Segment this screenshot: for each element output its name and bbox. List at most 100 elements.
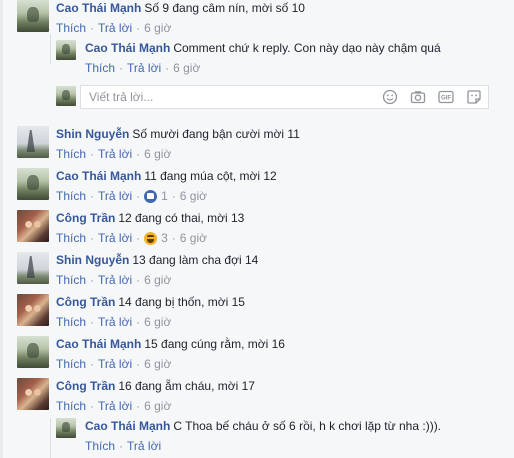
comment-actions: Thích · Trả lời · 6 giờ [56,314,172,330]
like-link[interactable]: Thích [56,188,86,204]
comment-item: Shin Nguyễn 13 đang làm cha đợi 14 Thích ·… [17,252,258,288]
avatar[interactable] [17,294,49,326]
timestamp[interactable]: 6 giờ [144,272,171,288]
like-link[interactable]: Thích [56,146,86,162]
avatar[interactable] [56,418,76,438]
author-name[interactable]: Cao Thái Mạnh [56,337,141,351]
avatar[interactable] [17,0,49,32]
reply-link[interactable]: Trả lời [98,188,132,204]
comment-actions: Thích · Trả lời · 6 giờ [56,356,172,372]
avatar[interactable] [17,336,49,368]
comment-text: 16 đang ẵm cháu, mời 17 [118,379,255,393]
author-name[interactable]: Shin Nguyễn [56,127,129,141]
current-user-avatar [56,86,76,106]
comment-item: Công Trần 14 đang bị thốn, mời 15 Thích · … [17,294,245,330]
like-link[interactable]: Thích [56,272,86,288]
author-name[interactable]: Cao Thái Mạnh [56,169,141,183]
reply-box: GIF [80,85,489,109]
reply-link[interactable]: Trả lời [98,146,132,162]
author-name[interactable]: Công Trần [56,379,115,393]
timestamp[interactable]: 6 giờ [144,356,171,372]
left-divider [0,0,3,458]
reaction-number: 1 [161,189,168,203]
like-link[interactable]: Thích [56,314,86,330]
gif-icon[interactable]: GIF [438,89,454,105]
reply-input[interactable] [81,87,361,107]
like-link[interactable]: Thích [56,356,86,372]
reply-box-icons: GIF [382,89,482,105]
reply-link[interactable]: Trả lời [98,356,132,372]
reply-link[interactable]: Trả lời [98,272,132,288]
comment-body: Công Trần 12 đang có thai, mời 13 Thích · … [56,210,244,246]
timestamp[interactable]: 6 giờ [144,398,171,414]
avatar[interactable] [17,252,49,284]
like-link[interactable]: Thích [56,398,86,414]
avatar[interactable] [17,378,49,410]
reply-link[interactable]: Trả lời [127,438,161,454]
timestamp[interactable]: 6 giờ [144,146,171,162]
emoji-icon[interactable] [382,89,398,105]
comment-actions: Thích · Trả lời [85,438,162,454]
haha-icon [144,231,158,245]
comment-item: Công Trần 12 đang có thai, mời 13 Thích · … [17,210,244,246]
comment-actions: Thích · Trả lời · 3 · 6 giờ [56,230,208,246]
comment-item: Cao Thái Mạnh 15 đang cúng rằm, mời 16 Th… [17,336,285,372]
comment-item: Công Trần 16 đang ẵm cháu, mời 17 Thích · … [17,378,255,414]
reply-link[interactable]: Trả lời [98,20,132,36]
comment-body: Công Trần 14 đang bị thốn, mời 15 Thích · … [56,294,245,330]
reaction-count[interactable]: 3 [144,230,168,246]
comment-actions: Thích · Trả lời · 6 giờ [56,146,172,162]
author-name[interactable]: Cao Thái Mạnh [85,41,170,55]
reaction-number: 3 [161,231,168,245]
comment-text: Comment chứ k reply. Con này dạo này chậ… [173,41,441,55]
author-name[interactable]: Cao Thái Mạnh [85,419,170,433]
timestamp[interactable]: 6 giờ [144,20,171,36]
comment-text: Số mười đang bận cười mời 11 [132,127,300,141]
like-link[interactable]: Thích [85,438,115,454]
comment-actions: Thích · Trả lời · 6 giờ [56,272,172,288]
comment-body: Cao Thái Mạnh 11 đang múa cột, mời 12 Thí… [56,168,277,204]
reply-link[interactable]: Trả lời [127,60,161,76]
timestamp[interactable]: 6 giờ [180,230,207,246]
timestamp[interactable]: 6 giờ [144,314,171,330]
author-name[interactable]: Công Trần [56,211,115,225]
sticker-icon[interactable] [466,89,482,105]
reply-link[interactable]: Trả lời [98,230,132,246]
reply-link[interactable]: Trả lời [98,398,132,414]
timestamp[interactable]: 6 giờ [180,188,207,204]
comment-actions: Thích · Trả lời · 6 giờ [56,20,172,36]
timestamp[interactable]: 6 giờ [173,60,200,76]
reply-link[interactable]: Trả lời [98,314,132,330]
like-link[interactable]: Thích [56,230,86,246]
like-icon [144,189,158,203]
comment-text: 11 đang múa cột, mời 12 [144,169,277,183]
reaction-count[interactable]: 1 [144,188,168,204]
comment-body: Shin Nguyễn 13 đang làm cha đợi 14 Thích ·… [56,252,258,288]
author-name[interactable]: Shin Nguyễn [56,253,129,267]
comment-body: Shin Nguyễn Số mười đang bận cười mời 11 … [56,126,300,162]
comment-item: Cao Thái Mạnh 11 đang múa cột, mời 12 Thí… [17,168,277,204]
comment-text: 13 đang làm cha đợi 14 [132,253,259,267]
avatar[interactable] [17,168,49,200]
thread-line [50,34,51,64]
comment-body: Công Trần 16 đang ẵm cháu, mời 17 Thích · … [56,378,255,414]
author-name[interactable]: Cao Thái Mạnh [56,1,141,15]
comment-text: 14 đang bị thốn, mời 15 [118,295,245,309]
comment-text: Số 9 đang câm nín, mời số 10 [144,1,305,15]
reply-item: Cao Thái Mạnh Comment chứ k reply. Con nà… [56,40,441,76]
avatar[interactable] [17,210,49,242]
reply-item: Cao Thái Mạnh C Thoa bế cháu ở số 6 rồi, … [56,418,441,454]
like-link[interactable]: Thích [85,60,115,76]
avatar[interactable] [17,126,49,158]
comment-body: Cao Thái Mạnh Comment chứ k reply. Con nà… [85,40,441,76]
avatar[interactable] [56,40,76,60]
author-name[interactable]: Công Trần [56,295,115,309]
comment-text: 12 đang có thai, mời 13 [118,211,245,225]
like-link[interactable]: Thích [56,20,86,36]
svg-text:GIF: GIF [441,96,451,102]
camera-icon[interactable] [410,89,426,105]
comment-body: Cao Thái Mạnh 15 đang cúng rằm, mời 16 Th… [56,336,285,372]
comment-body: Cao Thái Mạnh Số 9 đang câm nín, mời số 1… [56,0,305,36]
comment-body: Cao Thái Mạnh C Thoa bế cháu ở số 6 rồi, … [85,418,441,454]
comment-text: C Thoa bế cháu ở số 6 rồi, h k chơi lặp … [173,419,442,433]
